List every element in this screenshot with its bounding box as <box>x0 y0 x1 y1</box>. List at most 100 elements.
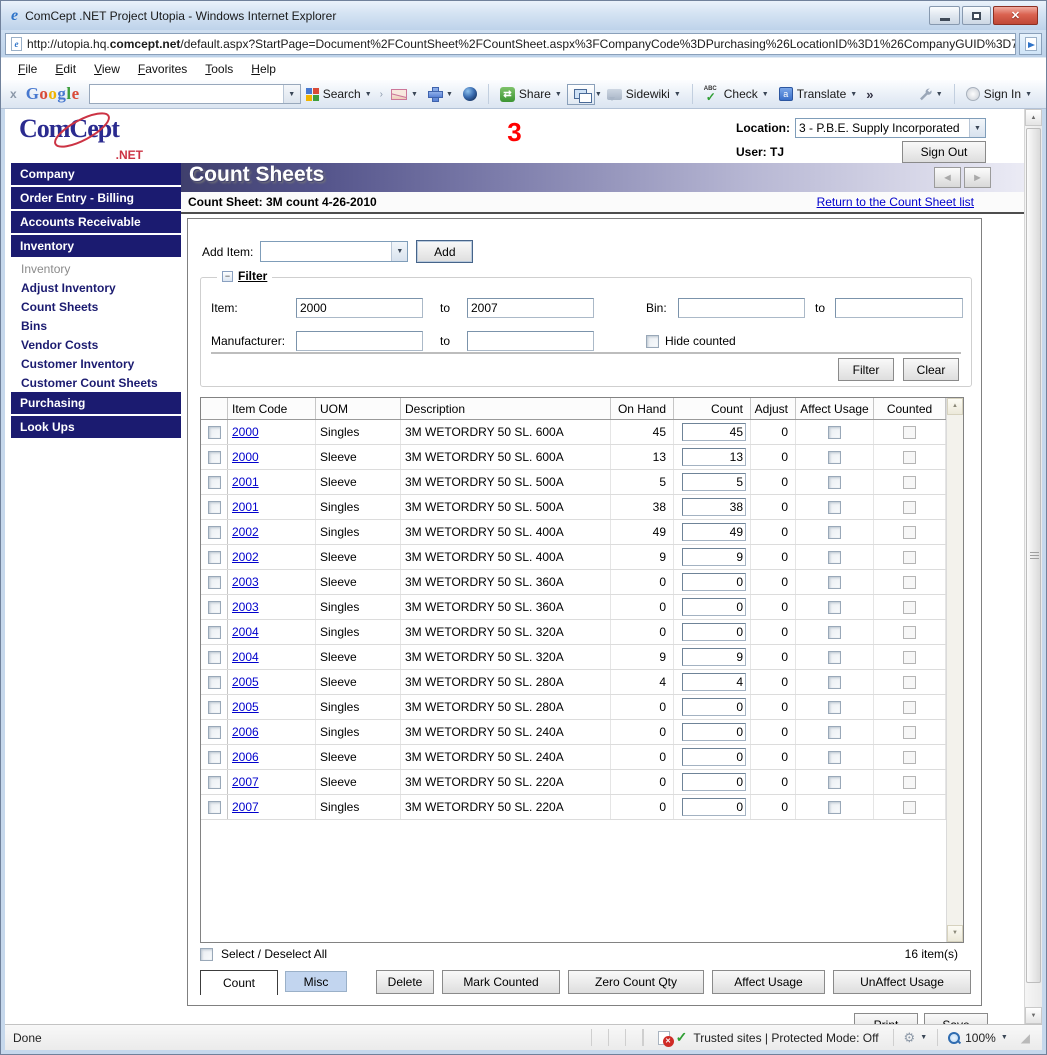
counted-checkbox[interactable] <box>903 751 916 764</box>
security-zone[interactable]: ✓ Trusted sites | Protected Mode: Off <box>643 1029 893 1046</box>
sidebar-item-company[interactable]: Company <box>11 163 181 185</box>
scroll-down-icon[interactable]: ▼ <box>947 925 963 942</box>
menu-file[interactable]: File <box>9 60 46 78</box>
row-select-checkbox[interactable] <box>208 801 221 814</box>
row-select-checkbox[interactable] <box>208 426 221 439</box>
count-input[interactable] <box>682 473 746 491</box>
counted-checkbox[interactable] <box>903 776 916 789</box>
affect-usage-button[interactable]: Affect Usage <box>712 970 825 994</box>
row-select-checkbox[interactable] <box>208 576 221 589</box>
compatibility-view-button[interactable] <box>1019 33 1042 55</box>
row-select-checkbox[interactable] <box>208 751 221 764</box>
menu-help[interactable]: Help <box>242 60 285 78</box>
bin-to-input[interactable] <box>835 298 963 318</box>
item-code-link[interactable]: 2007 <box>232 775 259 789</box>
sidebar-item-adjust-inventory[interactable]: Adjust Inventory <box>11 278 181 297</box>
affect-usage-checkbox[interactable] <box>828 501 841 514</box>
counted-checkbox[interactable] <box>903 526 916 539</box>
count-input[interactable] <box>682 773 746 791</box>
toolbar-news-button[interactable]: ▼ <box>386 87 423 102</box>
item-code-link[interactable]: 2005 <box>232 675 259 689</box>
toolbar-spellcheck-button[interactable]: ABC✓ Check ▼ <box>699 85 774 104</box>
capture-dropdown-icon[interactable]: ▼ <box>595 91 602 98</box>
add-item-select[interactable]: ▼ <box>260 241 408 262</box>
affect-usage-checkbox[interactable] <box>828 701 841 714</box>
next-sheet-button[interactable]: ► <box>964 167 991 188</box>
search-history-dropdown[interactable]: ▼ <box>283 85 300 103</box>
item-code-link[interactable]: 2005 <box>232 700 259 714</box>
row-select-checkbox[interactable] <box>208 776 221 789</box>
minimize-button[interactable] <box>929 6 960 25</box>
item-code-link[interactable]: 2003 <box>232 600 259 614</box>
filter-legend-label[interactable]: Filter <box>238 269 267 283</box>
clear-button[interactable]: Clear <box>903 358 959 381</box>
toolbar-signin-button[interactable]: Sign In ▼ <box>961 85 1037 103</box>
count-input[interactable] <box>682 598 746 616</box>
toolbar-translate-button[interactable]: a Translate ▼ <box>774 85 863 103</box>
row-select-checkbox[interactable] <box>208 651 221 664</box>
count-input[interactable] <box>682 723 746 741</box>
counted-checkbox[interactable] <box>903 501 916 514</box>
count-input[interactable] <box>682 698 746 716</box>
count-input[interactable] <box>682 673 746 691</box>
print-button[interactable]: Print <box>854 1013 918 1024</box>
sign-out-button[interactable]: Sign Out <box>902 141 986 163</box>
row-select-checkbox[interactable] <box>208 526 221 539</box>
tab-misc[interactable]: Misc <box>285 971 347 992</box>
count-input[interactable] <box>682 423 746 441</box>
restore-button[interactable] <box>962 6 991 25</box>
sidebar-item-customer-inventory[interactable]: Customer Inventory <box>11 354 181 373</box>
table-scrollbar[interactable]: ▲ ▼ <box>946 398 963 942</box>
counted-checkbox[interactable] <box>903 601 916 614</box>
menu-view[interactable]: View <box>85 60 129 78</box>
toolbar-sidewiki-button[interactable]: Sidewiki ▼ <box>602 85 686 103</box>
affect-usage-checkbox[interactable] <box>828 776 841 789</box>
toolbar-add-button[interactable]: ▼ <box>423 85 458 103</box>
item-code-link[interactable]: 2001 <box>232 475 259 489</box>
item-to-input[interactable] <box>467 298 594 318</box>
affect-usage-checkbox[interactable] <box>828 726 841 739</box>
zoom-control[interactable]: 100% ▼ ◢ <box>937 1029 1042 1046</box>
menu-tools[interactable]: Tools <box>196 60 242 78</box>
add-item-dropdown-button[interactable]: ▼ <box>391 242 407 261</box>
row-select-checkbox[interactable] <box>208 626 221 639</box>
zero-count-qty-button[interactable]: Zero Count Qty <box>568 970 704 994</box>
count-input[interactable] <box>682 623 746 641</box>
count-input[interactable] <box>682 648 746 666</box>
sidebar-item-inventory[interactable]: Inventory <box>11 235 181 257</box>
item-code-link[interactable]: 2004 <box>232 625 259 639</box>
counted-checkbox[interactable] <box>903 451 916 464</box>
toolbar-share-button[interactable]: ⇄ Share ▼ <box>495 85 567 104</box>
count-input[interactable] <box>682 573 746 591</box>
sidebar-item-count-sheets[interactable]: Count Sheets <box>11 297 181 316</box>
scroll-up-icon[interactable]: ▲ <box>1025 109 1042 126</box>
row-select-checkbox[interactable] <box>208 476 221 489</box>
item-code-link[interactable]: 2002 <box>232 550 259 564</box>
toolbar-search-button[interactable]: Search ▼ <box>301 85 377 103</box>
return-to-list-link[interactable]: Return to the Count Sheet list <box>817 195 974 209</box>
counted-checkbox[interactable] <box>903 576 916 589</box>
affect-usage-checkbox[interactable] <box>828 651 841 664</box>
item-code-link[interactable]: 2000 <box>232 450 259 464</box>
manufacturer-to-input[interactable] <box>467 331 594 351</box>
sidebar-item-customer-count-sheets[interactable]: Customer Count Sheets <box>11 373 181 392</box>
row-select-checkbox[interactable] <box>208 701 221 714</box>
save-button[interactable]: Save <box>924 1013 988 1024</box>
count-input[interactable] <box>682 548 746 566</box>
row-select-checkbox[interactable] <box>208 726 221 739</box>
row-select-checkbox[interactable] <box>208 451 221 464</box>
item-code-link[interactable]: 2002 <box>232 525 259 539</box>
sidebar-item-bins[interactable]: Bins <box>11 316 181 335</box>
counted-checkbox[interactable] <box>903 426 916 439</box>
affect-usage-checkbox[interactable] <box>828 426 841 439</box>
select-all-checkbox[interactable] <box>200 948 213 961</box>
menu-favorites[interactable]: Favorites <box>129 60 196 78</box>
item-code-link[interactable]: 2006 <box>232 725 259 739</box>
count-input[interactable] <box>682 498 746 516</box>
toolbar-capture-button[interactable] <box>567 84 595 105</box>
scrollbar-thumb[interactable] <box>1026 128 1041 983</box>
manufacturer-from-input[interactable] <box>296 331 423 351</box>
counted-checkbox[interactable] <box>903 801 916 814</box>
counted-checkbox[interactable] <box>903 651 916 664</box>
sidebar-item-vendor-costs[interactable]: Vendor Costs <box>11 335 181 354</box>
